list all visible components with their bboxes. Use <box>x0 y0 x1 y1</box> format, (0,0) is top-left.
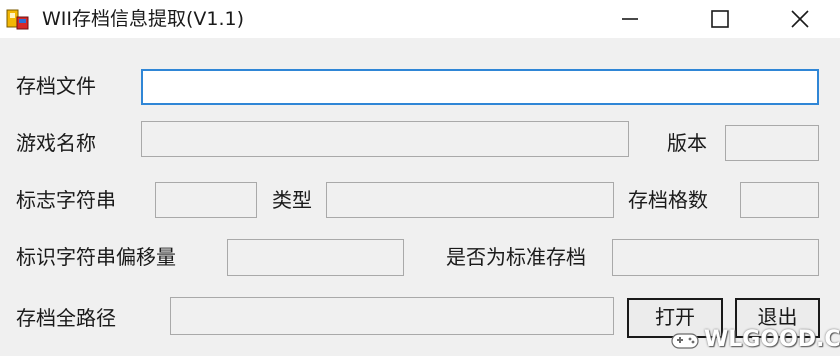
close-button[interactable] <box>772 0 828 38</box>
close-icon <box>791 10 809 28</box>
minimize-button[interactable] <box>602 0 658 38</box>
full-path-field[interactable] <box>170 297 614 335</box>
save-file-label: 存档文件 <box>16 74 96 98</box>
version-field[interactable] <box>725 125 819 161</box>
type-label: 类型 <box>272 188 312 212</box>
minimize-icon <box>622 18 638 20</box>
id-offset-field[interactable] <box>227 239 404 276</box>
version-label: 版本 <box>667 131 707 155</box>
type-field[interactable] <box>326 182 614 218</box>
full-path-label: 存档全路径 <box>16 306 116 330</box>
watermark-text: WLGOOD.COM <box>704 327 840 352</box>
app-icon <box>6 9 29 30</box>
window-title: WII存档信息提取(V1.1) <box>42 8 245 30</box>
save-slots-field[interactable] <box>740 182 819 218</box>
maximize-icon <box>711 10 729 28</box>
save-file-input[interactable] <box>141 69 819 105</box>
is-standard-field[interactable] <box>612 239 819 276</box>
save-slots-label: 存档格数 <box>628 188 708 212</box>
gamepad-icon <box>671 333 699 349</box>
flag-string-label: 标志字符串 <box>16 188 116 212</box>
flag-string-field[interactable] <box>155 182 257 218</box>
title-bar: WII存档信息提取(V1.1) <box>0 0 840 38</box>
game-name-field[interactable] <box>141 121 629 157</box>
game-name-label: 游戏名称 <box>16 131 96 155</box>
id-offset-label: 标识字符串偏移量 <box>16 245 176 269</box>
maximize-button[interactable] <box>692 0 748 38</box>
is-standard-label: 是否为标准存档 <box>446 245 586 269</box>
